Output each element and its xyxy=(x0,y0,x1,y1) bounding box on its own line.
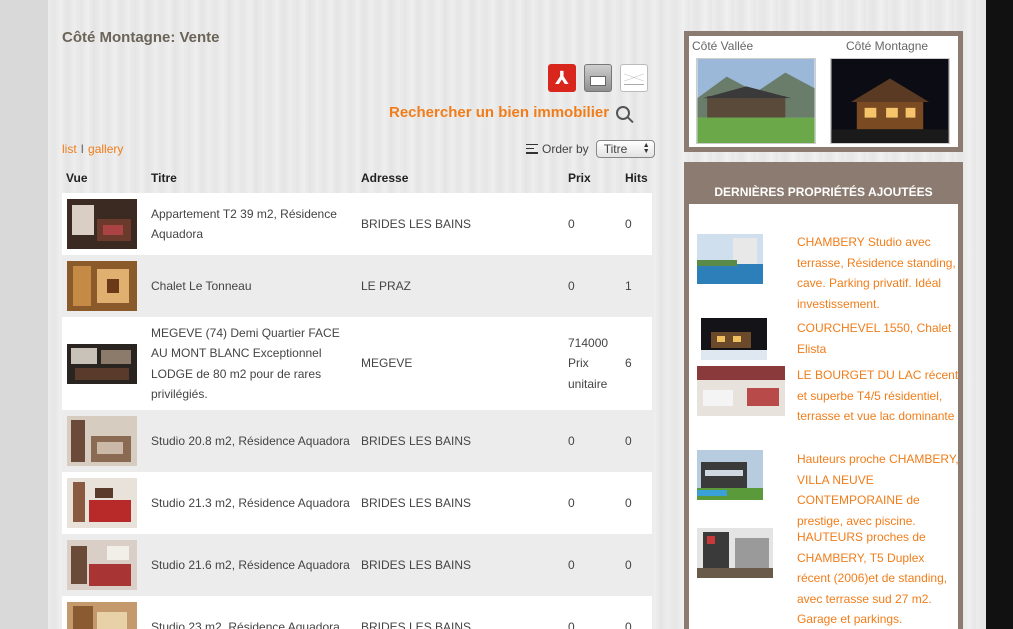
row-title[interactable]: Studio 21.6 m2, Résidence Aquadora xyxy=(147,534,357,596)
table-row[interactable]: Studio 21.3 m2, Résidence Aquadora BRIDE… xyxy=(62,472,652,534)
property-photo[interactable] xyxy=(67,602,137,629)
row-thumb-cell xyxy=(62,472,147,534)
montagne-photo[interactable] xyxy=(830,58,950,144)
row-title[interactable]: MEGEVE (74) Demi Quartier FACE AU MONT B… xyxy=(147,317,357,410)
row-price: 0 xyxy=(564,472,621,534)
col-prix[interactable]: Prix xyxy=(564,163,621,193)
print-icon[interactable] xyxy=(584,64,612,92)
row-price: 0 xyxy=(564,410,621,472)
recent-photo[interactable] xyxy=(701,318,767,360)
table-row[interactable]: Studio 20.8 m2, Résidence Aquadora BRIDE… xyxy=(62,410,652,472)
row-thumb-cell xyxy=(62,410,147,472)
recent-properties: CHAMBERY Studio avec terrasse, Résidence… xyxy=(684,204,963,629)
page: Côté Montagne: Vente ⅄ Rechercher un bie… xyxy=(0,0,1013,629)
recent-photo[interactable] xyxy=(697,366,785,416)
recent-item-text[interactable]: Hauteurs proche CHAMBERY, VILLA NEUVE CO… xyxy=(797,449,959,531)
col-adresse[interactable]: Adresse xyxy=(357,163,564,193)
row-price: 0 xyxy=(564,255,621,317)
row-price: 0 xyxy=(564,193,621,255)
row-hits: 1 xyxy=(621,255,652,317)
pdf-icon[interactable]: ⅄ xyxy=(548,64,576,92)
col-hits[interactable]: Hits xyxy=(621,163,652,193)
row-title[interactable]: Studio 23 m2, Résidence Aquadora xyxy=(147,596,357,629)
recent-item-text[interactable]: HAUTEURS proches de CHAMBERY, T5 Duplex … xyxy=(797,527,959,629)
col-vue[interactable]: Vue xyxy=(62,163,147,193)
recent-photo[interactable] xyxy=(697,450,763,500)
row-address[interactable]: MEGEVE xyxy=(357,317,564,410)
search-property-link[interactable]: Rechercher un bien immobilier xyxy=(389,104,631,121)
row-address[interactable]: BRIDES LES BAINS xyxy=(357,472,564,534)
row-price: 0 xyxy=(564,534,621,596)
property-photo[interactable] xyxy=(67,261,137,311)
property-photo[interactable] xyxy=(67,540,137,590)
recent-item-text[interactable]: CHAMBERY Studio avec terrasse, Résidence… xyxy=(797,232,959,314)
toolbar: ⅄ xyxy=(548,64,648,92)
row-title[interactable]: Appartement T2 39 m2, Résidence Aquadora xyxy=(147,193,357,255)
col-titre[interactable]: Titre xyxy=(147,163,357,193)
order-by: Order by Titre ▲ ▼ xyxy=(526,140,655,158)
row-hits: 6 xyxy=(621,317,652,410)
gallery-label-montagne[interactable]: Côté Montagne xyxy=(846,39,928,53)
row-price: 0 xyxy=(564,596,621,629)
order-by-select[interactable]: Titre ▲ ▼ xyxy=(595,140,655,158)
row-thumb-cell xyxy=(62,317,147,410)
table-row[interactable]: Appartement T2 39 m2, Résidence Aquadora… xyxy=(62,193,652,255)
table-header: Vue Titre Adresse Prix Hits xyxy=(62,163,652,193)
row-title[interactable]: Studio 21.3 m2, Résidence Aquadora xyxy=(147,472,357,534)
row-thumb-cell xyxy=(62,596,147,629)
table-row[interactable]: Studio 21.6 m2, Résidence Aquadora BRIDE… xyxy=(62,534,652,596)
recent-item-text[interactable]: LE BOURGET DU LAC récent et superbe T4/5… xyxy=(797,365,959,427)
row-hits: 0 xyxy=(621,472,652,534)
row-address[interactable]: BRIDES LES BAINS xyxy=(357,534,564,596)
list-view-link[interactable]: list xyxy=(62,142,77,156)
vallee-photo[interactable] xyxy=(696,58,816,144)
row-hits: 0 xyxy=(621,410,652,472)
category-gallery: Côté Vallée Côté Montagne xyxy=(684,31,963,152)
table-row[interactable]: Studio 23 m2, Résidence Aquadora BRIDES … xyxy=(62,596,652,629)
sort-icon xyxy=(526,144,538,154)
table-row[interactable]: Chalet Le Tonneau LE PRAZ 0 1 xyxy=(62,255,652,317)
row-price: 714000 Prix unitaire xyxy=(564,317,621,410)
row-hits: 0 xyxy=(621,596,652,629)
property-photo[interactable] xyxy=(67,478,137,528)
row-title[interactable]: Studio 20.8 m2, Résidence Aquadora xyxy=(147,410,357,472)
search-link-label: Rechercher un bien immobilier xyxy=(389,104,610,121)
select-arrows-icon: ▲ ▼ xyxy=(642,142,650,155)
recent-item-text[interactable]: COURCHEVEL 1550, Chalet Elista xyxy=(797,318,959,359)
recent-photo[interactable] xyxy=(697,234,763,284)
order-by-label: Order by xyxy=(542,142,589,156)
row-title[interactable]: Chalet Le Tonneau xyxy=(147,255,357,317)
pdf-glyph: ⅄ xyxy=(555,67,569,89)
print-paper xyxy=(590,76,606,86)
row-hits: 0 xyxy=(621,193,652,255)
right-edge xyxy=(986,0,1013,629)
table-row[interactable]: MEGEVE (74) Demi Quartier FACE AU MONT B… xyxy=(62,317,652,410)
row-thumb-cell xyxy=(62,193,147,255)
search-icon[interactable] xyxy=(616,105,631,120)
row-address[interactable]: BRIDES LES BAINS xyxy=(357,596,564,629)
row-address[interactable]: BRIDES LES BAINS xyxy=(357,410,564,472)
recent-properties-title: DERNIÈRES PROPRIÉTÉS AJOUTÉES xyxy=(684,162,963,204)
email-icon[interactable] xyxy=(620,64,648,92)
row-hits: 0 xyxy=(621,534,652,596)
gallery-view-link[interactable]: gallery xyxy=(88,142,123,156)
row-address[interactable]: BRIDES LES BAINS xyxy=(357,193,564,255)
left-strip xyxy=(0,0,48,629)
row-thumb-cell xyxy=(62,255,147,317)
recent-photo[interactable] xyxy=(697,528,773,578)
page-title: Côté Montagne: Vente xyxy=(62,29,220,46)
gallery-label-vallee[interactable]: Côté Vallée xyxy=(692,39,753,53)
property-photo[interactable] xyxy=(67,416,137,466)
row-address[interactable]: LE PRAZ xyxy=(357,255,564,317)
view-separator: I xyxy=(80,142,85,156)
property-photo[interactable] xyxy=(67,199,137,249)
view-switcher: list Igallery xyxy=(62,142,123,156)
order-by-value: Titre xyxy=(603,142,628,156)
row-thumb-cell xyxy=(62,534,147,596)
property-photo[interactable] xyxy=(67,343,137,384)
property-table: Vue Titre Adresse Prix Hits Appartement … xyxy=(62,163,652,629)
